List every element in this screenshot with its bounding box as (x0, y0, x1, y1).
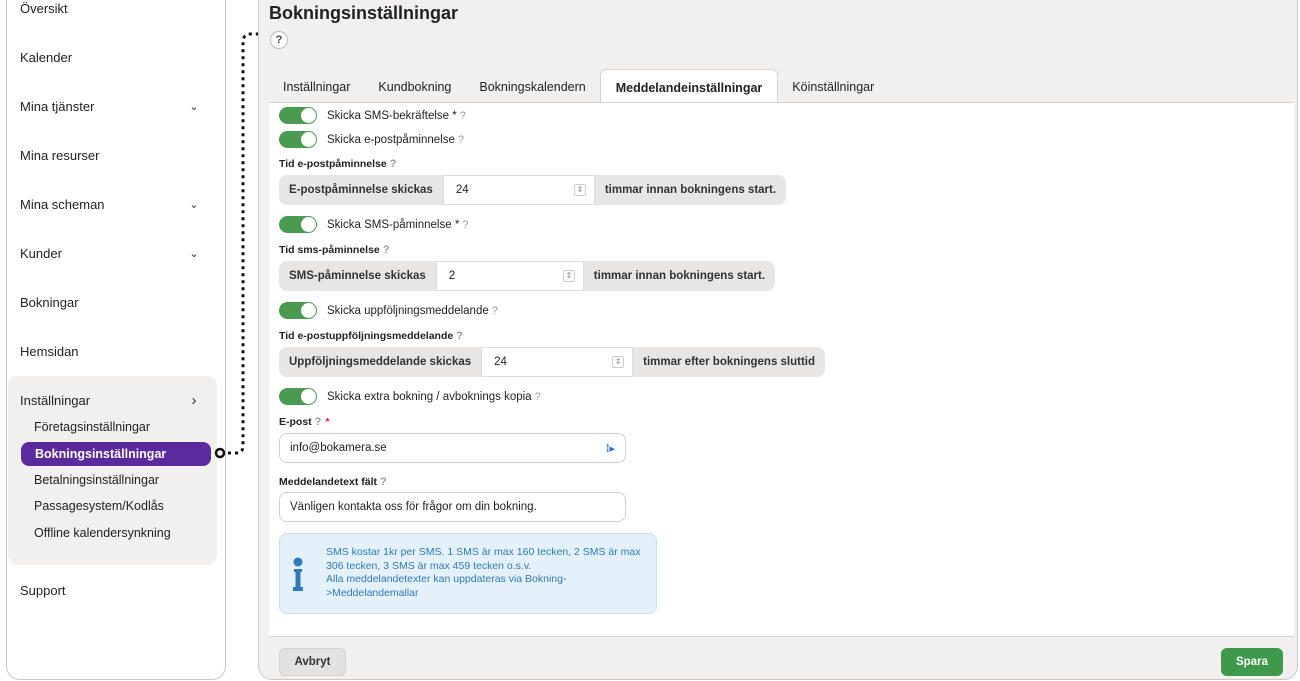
email-reminder-row: Skicka e-postpåminnelse ? (279, 131, 464, 148)
input-prefix: E-postpåminnelse skickas (279, 175, 443, 205)
toggle-label: Skicka SMS-påminnelse * (327, 218, 460, 231)
password-manager-icon[interactable]: ⁞▸ (606, 442, 615, 455)
required-mark: * (325, 416, 330, 428)
help-icon[interactable]: ? (383, 244, 390, 256)
extra-copy-row: Skicka extra bokning / avboknings kopia … (279, 388, 541, 405)
tab-kundbokning[interactable]: Kundbokning (364, 69, 465, 102)
sms-reminder-row: Skicka SMS-påminnelse * ? (279, 216, 468, 233)
email-input[interactable]: info@bokamera.se ⁞▸ (279, 433, 626, 463)
info-box: SMS kostar 1kr per SMS. 1 SMS är max 160… (279, 533, 657, 614)
sms-reminder-time-label: Tid sms-påminnelse? (279, 244, 390, 256)
settings-form: Skicka SMS-bekräftelse * ? Skicka e-post… (269, 102, 1294, 636)
connector-dot-icon (214, 447, 226, 459)
tab-bokningskalendern[interactable]: Bokningskalendern (465, 69, 599, 102)
help-icon[interactable]: ? (390, 158, 397, 170)
help-icon[interactable]: ? (315, 416, 322, 428)
sidebar-item-support[interactable]: Support (20, 583, 200, 598)
save-button[interactable]: Spara (1221, 648, 1283, 676)
connector-line (214, 32, 262, 459)
followup-toggle[interactable] (279, 302, 317, 319)
toggle-label: Skicka e-postpåminnelse (327, 133, 455, 146)
help-icon[interactable]: ? (458, 134, 464, 146)
toggle-label: Skicka extra bokning / avboknings kopia (327, 390, 532, 403)
followup-row: Skicka uppföljningsmeddelande ? (279, 302, 498, 319)
email-reminder-time-label: Tid e-postpåminnelse? (279, 158, 397, 170)
help-icon[interactable]: ? (492, 305, 498, 317)
footer-divider (269, 636, 1294, 637)
email-reminder-hours-input[interactable]: 24 ⇕ (442, 175, 595, 205)
sms-reminder-time-group: SMS-påminnelse skickas 2 ⇕ timmar innan … (279, 261, 776, 291)
main-panel: Bokningsinställningar ? Inställningar Ku… (258, 0, 1298, 680)
sms-confirm-toggle[interactable] (279, 107, 317, 124)
input-suffix: timmar innan bokningens start. (594, 175, 787, 205)
spinner-icon[interactable]: ⇕ (573, 184, 586, 196)
sms-reminder-hours-input[interactable]: 2 ⇕ (435, 261, 584, 291)
email-reminder-time-group: E-postpåminnelse skickas 24 ⇕ timmar inn… (279, 175, 787, 205)
help-icon[interactable]: ? (270, 31, 288, 49)
help-icon[interactable]: ? (460, 110, 466, 122)
cancel-button[interactable]: Avbryt (279, 648, 346, 676)
sidebar-subitem-passagesystem[interactable]: Passagesystem/Kodlås (34, 499, 164, 513)
tab-bar: Inställningar Kundbokning Bokningskalend… (269, 69, 888, 102)
input-prefix: Uppföljningsmeddelande skickas (279, 347, 482, 377)
sms-reminder-toggle[interactable] (279, 216, 317, 233)
info-icon (293, 557, 303, 591)
toggle-label: Skicka uppföljningsmeddelande (327, 304, 489, 317)
sidebar-item-label: Support (20, 583, 66, 598)
help-icon[interactable]: ? (462, 219, 468, 231)
help-icon[interactable]: ? (380, 476, 387, 488)
spinner-icon[interactable]: ⇕ (562, 270, 575, 282)
input-suffix: timmar efter bokningens sluttid (633, 347, 826, 377)
spinner-icon[interactable]: ⇕ (612, 356, 625, 368)
message-text-input[interactable]: Vänligen kontakta oss för frågor om din … (279, 492, 626, 522)
help-icon[interactable]: ? (535, 391, 541, 403)
followup-hours-input[interactable]: 24 ⇕ (481, 347, 634, 377)
email-reminder-toggle[interactable] (279, 131, 317, 148)
tab-installningar[interactable]: Inställningar (269, 69, 364, 102)
toggle-label: Skicka SMS-bekräftelse * (327, 109, 457, 122)
page-title: Bokningsinställningar (269, 3, 459, 23)
followup-time-group: Uppföljningsmeddelande skickas 24 ⇕ timm… (279, 347, 826, 377)
tab-koinstallningar[interactable]: Köinställningar (778, 69, 888, 102)
input-prefix: SMS-påminnelse skickas (279, 261, 436, 291)
email-label: E-post? * (279, 416, 330, 428)
message-text-label: Meddelandetext fält? (279, 476, 387, 488)
info-text: SMS kostar 1kr per SMS. 1 SMS är max 160… (326, 546, 641, 599)
extra-copy-toggle[interactable] (279, 388, 317, 405)
sidebar-subitem-betalningsinstallningar[interactable]: Betalningsinställningar (34, 473, 159, 487)
input-suffix: timmar innan bokningens start. (583, 261, 776, 291)
sidebar-subitem-offline-kalender[interactable]: Offline kalendersynkning (34, 526, 171, 540)
tab-meddelandeinstallningar[interactable]: Meddelandeinställningar (599, 69, 779, 102)
sms-confirm-row: Skicka SMS-bekräftelse * ? (279, 107, 466, 124)
followup-time-label: Tid e-postuppföljningsmeddelande? (279, 330, 463, 342)
help-icon[interactable]: ? (456, 330, 463, 342)
